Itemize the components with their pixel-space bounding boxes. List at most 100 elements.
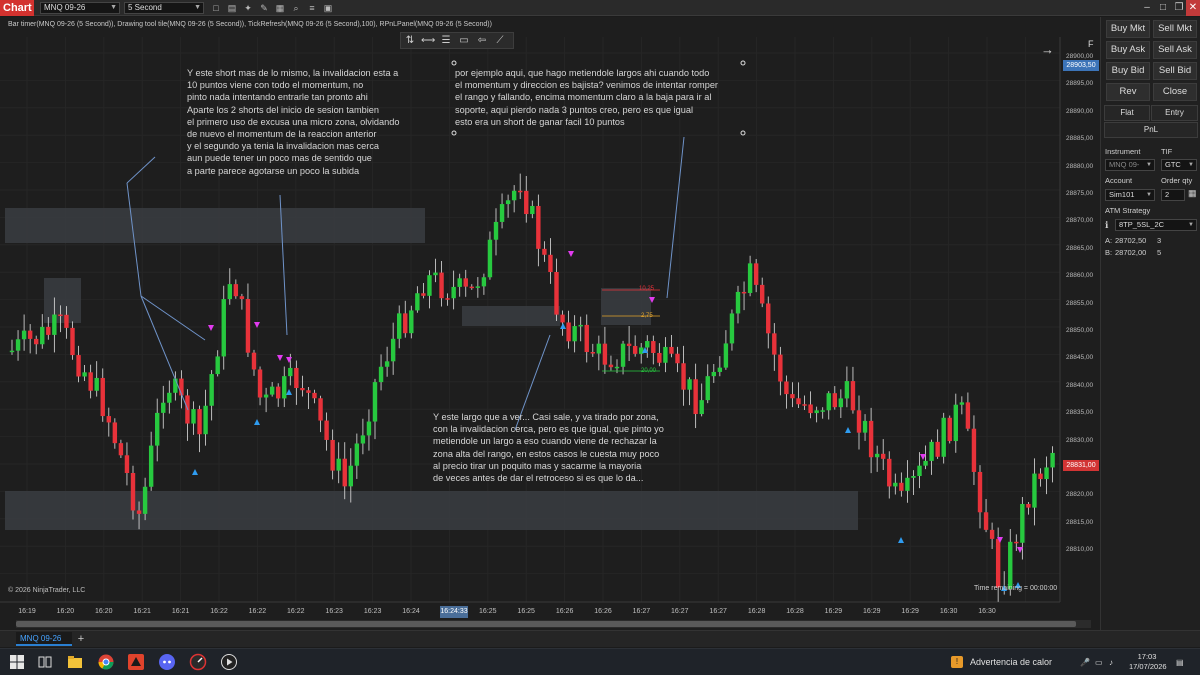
buy-marker-icon: [254, 419, 260, 425]
candle-body: [475, 286, 481, 288]
candle-body: [947, 417, 952, 442]
candle-body: [167, 392, 172, 403]
candle-body: [336, 458, 341, 471]
instrument-selector[interactable]: MNQ 09-26 ▼: [40, 2, 120, 14]
account-select[interactable]: Sim101 ▼: [1105, 189, 1155, 201]
buy-mkt-button[interactable]: Buy Mkt: [1106, 20, 1150, 38]
bar-chart-icon[interactable]: ▤: [226, 2, 238, 14]
info-icon[interactable]: ℹ: [1105, 220, 1108, 231]
speedometer-icon[interactable]: [189, 653, 207, 671]
sell-bid-button[interactable]: Sell Bid: [1153, 62, 1197, 80]
calculator-icon[interactable]: ▦: [1188, 188, 1197, 199]
candle-body: [989, 529, 995, 539]
copyright: © 2026 NinjaTrader, LLC: [8, 587, 86, 594]
sort-icon[interactable]: ⇅: [403, 34, 417, 48]
target-label: 20,00: [641, 368, 657, 374]
arrow-left-icon[interactable]: ⇦: [475, 34, 489, 48]
arrow-right-icon[interactable]: →: [1041, 42, 1054, 57]
scrollbar-thumb[interactable]: [16, 621, 1076, 627]
annotation-long-zone[interactable]: Y este largo que a ver... Casi sale, y v…: [433, 411, 664, 484]
sell-ask-button[interactable]: Sell Ask: [1153, 41, 1197, 59]
annotation-long-range[interactable]: por ejemplo aqui, que hago metiendole la…: [455, 67, 718, 128]
sell-marker-icon: [568, 251, 574, 257]
system-clock[interactable]: 17:03 17/07/2026: [1129, 652, 1167, 672]
time-tick: 16:22: [287, 608, 305, 615]
close-position-button[interactable]: Close: [1153, 83, 1197, 101]
candle-body: [282, 376, 287, 399]
candle-body: [687, 379, 692, 390]
speaker-icon[interactable]: ♪: [1109, 658, 1113, 667]
task-view-icon[interactable]: [36, 653, 54, 671]
candle-body: [76, 355, 81, 377]
time-tick: 16:22: [248, 608, 267, 615]
time-tick: 16:27: [709, 608, 727, 615]
ask-price: 28702,50: [1115, 236, 1147, 245]
fib-icon[interactable]: ☰: [439, 34, 453, 48]
ray-icon[interactable]: ⟋: [493, 34, 507, 48]
minimize-icon[interactable]: –: [1140, 0, 1154, 16]
candle-body: [342, 458, 347, 487]
add-tab-button[interactable]: +: [75, 632, 87, 646]
annotation-short[interactable]: Y este short mas de lo mismo, la invalid…: [187, 67, 399, 177]
weather-warning-icon[interactable]: !: [951, 656, 963, 668]
rectangle-icon[interactable]: ▭: [457, 34, 471, 48]
f-button[interactable]: F: [1088, 39, 1094, 49]
cursor-icon[interactable]: ✦: [242, 2, 254, 14]
app-label[interactable]: Chart: [0, 0, 34, 16]
discord-icon[interactable]: [158, 653, 176, 671]
candle-body: [21, 330, 27, 340]
properties-icon[interactable]: ≡: [306, 2, 318, 14]
notification-icon[interactable]: ▤: [1176, 658, 1184, 667]
interval-selector[interactable]: 5 Second ▼: [124, 2, 204, 14]
restore-icon[interactable]: ❐: [1172, 0, 1186, 16]
sell-marker-icon: [208, 325, 214, 331]
interval-value: 5 Second: [128, 3, 162, 12]
file-explorer-icon[interactable]: [66, 653, 84, 671]
network-icon[interactable]: ▭: [1095, 658, 1103, 667]
draw-square-icon[interactable]: □: [210, 2, 222, 14]
bid-size: 5: [1157, 248, 1162, 257]
horizontal-scrollbar[interactable]: [16, 620, 1091, 628]
grid-icon[interactable]: ▦: [274, 2, 286, 14]
reverse-button[interactable]: Rev: [1106, 83, 1150, 101]
line-icon[interactable]: ⟷: [421, 34, 435, 48]
lock-icon[interactable]: ▣: [322, 2, 334, 14]
candle-body: [590, 352, 595, 354]
microphone-icon[interactable]: 🎤: [1080, 658, 1090, 667]
media-player-icon[interactable]: [220, 653, 238, 671]
buy-ask-button[interactable]: Buy Ask: [1106, 41, 1150, 59]
buy-bid-button[interactable]: Buy Bid: [1106, 62, 1150, 80]
candle-body: [451, 286, 456, 299]
chart-panel[interactable]: Bar timer(MNQ 09-26 (5 Second)), Drawing…: [0, 17, 1100, 630]
candle-body: [155, 412, 160, 446]
atm-strategy-select[interactable]: 8TP_5SL_2C ▼: [1115, 219, 1197, 231]
maximize-icon[interactable]: □: [1156, 0, 1170, 16]
pnl-display: PnL: [1104, 122, 1198, 138]
price-badge-top: 28903,50: [1063, 60, 1099, 71]
weather-alert[interactable]: Advertencia de calor: [970, 657, 1052, 667]
order-qty-input[interactable]: 2: [1161, 189, 1185, 201]
candle-body: [46, 326, 51, 335]
sell-mkt-button[interactable]: Sell Mkt: [1153, 20, 1197, 38]
candle-body: [215, 356, 220, 375]
zoom-icon[interactable]: ⌕: [290, 2, 302, 14]
candle-body: [124, 455, 130, 474]
price-tick: 28870,00: [1066, 217, 1094, 225]
candle-body: [306, 390, 311, 393]
tif-select[interactable]: GTC ▼: [1161, 159, 1197, 171]
zone-rectangle: [5, 208, 425, 243]
close-icon[interactable]: ✕: [1186, 0, 1200, 16]
drawing-tool-tile: ⇅ ⟷ ☰ ▭ ⇦ ⟋: [400, 32, 514, 49]
instrument-field[interactable]: MNQ 09- ▼: [1105, 159, 1155, 171]
windows-start-icon[interactable]: [8, 653, 26, 671]
tab-mnq[interactable]: MNQ 09-26: [16, 632, 72, 646]
price-tick: 28865,00: [1066, 244, 1094, 252]
ninjatrader-icon[interactable]: [127, 653, 145, 671]
candle-body: [300, 388, 305, 391]
candle-body: [911, 476, 916, 478]
tif-value: GTC: [1165, 160, 1181, 169]
chrome-icon[interactable]: [97, 653, 115, 671]
pencil-icon[interactable]: ✎: [258, 2, 270, 14]
stop-label: 10,25: [639, 286, 655, 292]
candle-body: [747, 263, 753, 293]
